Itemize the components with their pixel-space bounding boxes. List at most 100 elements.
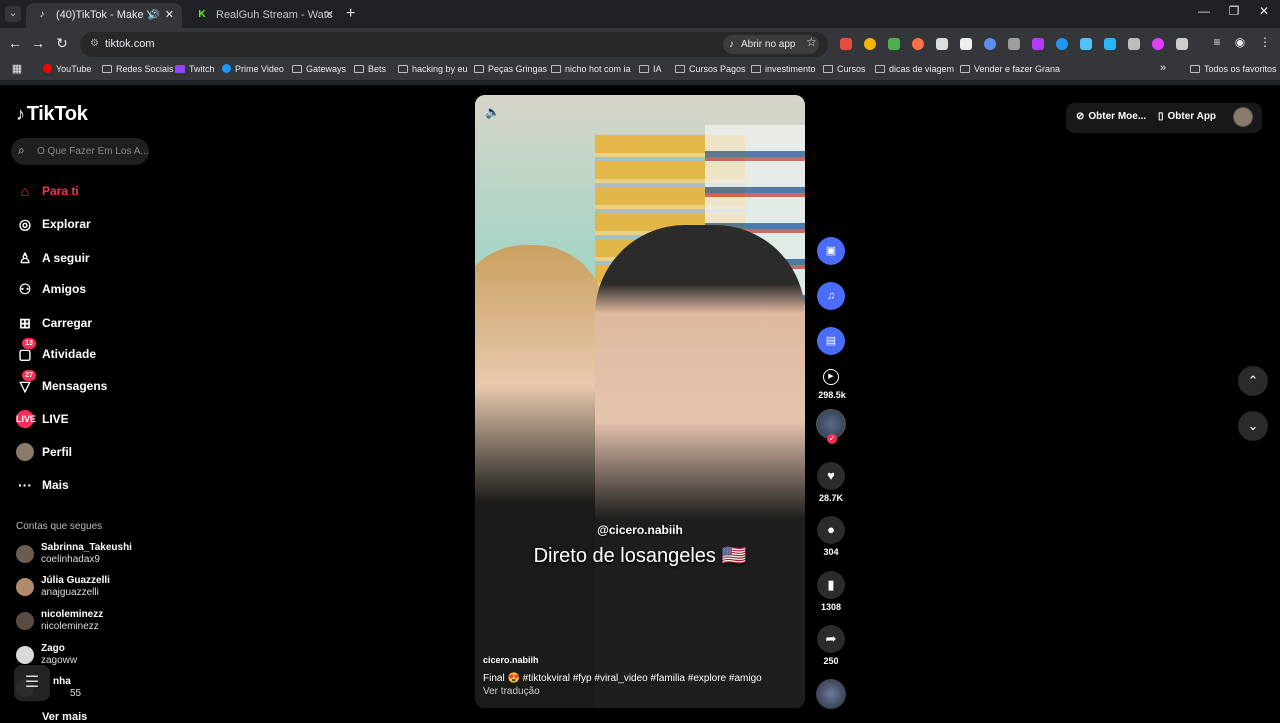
extension-icon[interactable] (1032, 38, 1044, 50)
extension-icon[interactable] (1104, 38, 1116, 50)
extension-icon[interactable] (960, 38, 972, 50)
extension-icon[interactable] (984, 38, 996, 50)
document-tool-icon[interactable]: ▤ (817, 327, 845, 355)
volume-icon[interactable]: 🔈 (485, 105, 500, 119)
music-tool-icon[interactable]: ♫ (817, 282, 845, 310)
comment-icon: ● (817, 516, 845, 544)
music-disc-icon[interactable] (816, 679, 846, 709)
activity-badge: 13 (22, 338, 36, 349)
bookmark-folder[interactable]: Cursos Pagos (675, 64, 746, 74)
extension-icon[interactable] (1128, 38, 1140, 50)
extensions-puzzle-icon[interactable] (1176, 38, 1188, 50)
tab-search-button[interactable]: ⌄ (5, 6, 21, 22)
bookmark-star-icon[interactable]: ☆ (806, 35, 817, 49)
comment-button[interactable]: ● 304 (812, 516, 850, 557)
apps-grid-icon[interactable]: ▦ (8, 62, 26, 75)
search-input[interactable]: ⌕ O Que Fazer Em Los A... (11, 138, 149, 165)
tiktok-icon: ♪ (729, 39, 734, 50)
folder-icon (551, 65, 561, 73)
site-info-icon[interactable]: ⚙ (90, 38, 99, 49)
bookmark-folder[interactable]: dicas de viagem (875, 64, 954, 74)
following-section-title: Contas que segues (16, 521, 103, 532)
bookmarks-bar: ▦ YouTube Redes Sociais Twitch Prime Vid… (0, 60, 1280, 80)
maximize-button[interactable]: ❐ (1219, 4, 1249, 18)
minimize-button[interactable]: — (1189, 4, 1219, 18)
video-description: Final 😍 #tiktokviral #fyp #viral_video #… (483, 673, 762, 684)
bookmark-youtube[interactable]: YouTube (43, 64, 91, 74)
close-tab-icon[interactable]: ✕ (165, 3, 174, 28)
bookmark-prime-video[interactable]: Prime Video (222, 64, 284, 74)
extension-icon[interactable] (1152, 38, 1164, 50)
extension-icon[interactable] (1008, 38, 1020, 50)
all-bookmarks-folder[interactable]: Todos os favoritos (1190, 64, 1277, 74)
extension-icon[interactable] (1080, 38, 1092, 50)
video-overlay-caption: Direto de losangeles 🇺🇸 (533, 545, 747, 567)
video-author[interactable]: cicero.nabiih (483, 655, 539, 665)
bookmark-folder[interactable]: investimento (751, 64, 816, 74)
menu-icon[interactable]: ⋮ (1256, 35, 1274, 49)
bookmark-folder[interactable]: Redes Sociais (102, 64, 174, 74)
speaker-icon[interactable]: 🔊 (148, 3, 160, 28)
phone-icon: ▯ (1158, 111, 1164, 122)
video-player[interactable]: 🔈 @cicero.nabiih Direto de losangeles 🇺🇸… (475, 95, 805, 708)
home-overlay-icon[interactable]: ☰ (14, 665, 50, 701)
home-icon: ⌂ (20, 183, 30, 199)
bookmark-folder[interactable]: hacking by eu (398, 64, 468, 74)
previous-video-button[interactable]: ⌃ (1238, 366, 1268, 396)
extension-icon[interactable] (864, 38, 876, 50)
share-icon: ➦ (817, 625, 845, 653)
reload-icon[interactable]: ↻ (53, 35, 71, 52)
get-coins-button[interactable]: ⊘ Obter Moe... (1076, 111, 1146, 122)
user-avatar[interactable] (1233, 107, 1253, 127)
more-icon: ··· (18, 477, 32, 493)
get-app-button[interactable]: ▯ Obter App (1158, 111, 1216, 122)
kick-icon: K (198, 9, 206, 20)
address-bar[interactable]: ⚙ tiktok.com ♪ Abrir no app ☆ (80, 32, 828, 57)
url-text: tiktok.com (105, 38, 155, 50)
video-frame (475, 245, 605, 708)
compass-icon: ◎ (18, 216, 32, 232)
bookmark-folder[interactable]: Peças Gringas (474, 64, 547, 74)
forward-icon[interactable]: → (29, 35, 47, 51)
share-button[interactable]: ➦ 250 (812, 625, 850, 666)
bookmark-folder[interactable]: IA (639, 64, 662, 74)
tab-tiktok[interactable]: ♪ (40)TikTok - Make Your Day 🔊 ✕ (26, 3, 182, 28)
extension-icon[interactable] (840, 38, 852, 50)
live-icon: LIVE (16, 410, 36, 428)
profile-icon[interactable]: ◉ (1231, 35, 1249, 49)
bookmark-folder[interactable]: Vender e fazer Grana (960, 64, 1060, 74)
extension-icon[interactable] (888, 38, 900, 50)
close-window-button[interactable]: ✕ (1249, 4, 1279, 18)
extension-icon[interactable] (936, 38, 948, 50)
twitch-icon (175, 65, 185, 73)
video-tool-icon[interactable]: ▣ (817, 237, 845, 265)
open-in-app-button[interactable]: ♪ Abrir no app (723, 35, 819, 54)
bookmark-twitch[interactable]: Twitch (175, 64, 215, 74)
more-bookmarks-icon[interactable]: » (1160, 62, 1166, 74)
bookmark-folder[interactable]: Cursos (823, 64, 866, 74)
bookmark-folder[interactable]: nicho hot com ia (551, 64, 631, 74)
close-tab-icon[interactable]: ✕ (325, 3, 334, 28)
like-count: 28.7K (818, 493, 844, 503)
tiktok-logo[interactable]: ♪ TikTok (16, 103, 88, 126)
back-icon[interactable]: ← (6, 35, 24, 51)
youtube-icon (43, 64, 52, 73)
search-placeholder: O Que Fazer Em Los A... (37, 146, 149, 157)
extension-icon[interactable] (912, 38, 924, 50)
reading-list-icon[interactable]: ≡ (1208, 35, 1226, 49)
see-more-link[interactable]: Ver mais (42, 711, 87, 723)
follow-plus-icon[interactable]: ✓ (827, 434, 837, 444)
bookmark-folder[interactable]: Bets (354, 64, 386, 74)
next-video-button[interactable]: ⌄ (1238, 411, 1268, 441)
tab-kick[interactable]: K RealGuh Stream - Watch Live o ✕ (186, 3, 342, 28)
see-translation-link[interactable]: Ver tradução (483, 686, 540, 697)
bookmark-folder[interactable]: Gateways (292, 64, 346, 74)
play-count: 298.5k (818, 390, 846, 400)
new-tab-button[interactable]: + (346, 5, 355, 23)
tiktok-icon: ♪ (39, 9, 45, 20)
like-button[interactable]: ♥ 28.7K (812, 462, 850, 503)
extension-icon[interactable] (1056, 38, 1068, 50)
browser-chrome: ⌄ ♪ (40)TikTok - Make Your Day 🔊 ✕ K Rea… (0, 0, 1280, 85)
save-button[interactable]: ▮ 1308 (812, 571, 850, 612)
creator-avatar[interactable]: ✓ (816, 409, 846, 444)
